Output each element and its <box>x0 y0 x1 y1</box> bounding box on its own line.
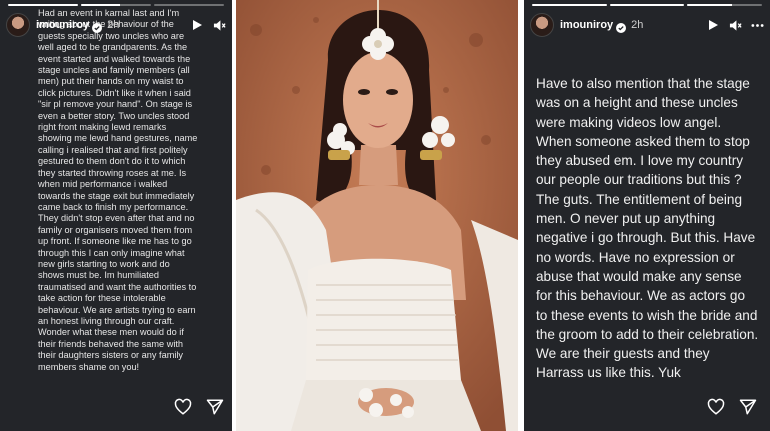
post-time: 2h <box>107 19 120 31</box>
screenshot-collage: Had an event in karnal last and I'm writ… <box>0 0 770 431</box>
speaker-muted-icon[interactable] <box>212 18 226 32</box>
send-icon[interactable] <box>206 398 224 421</box>
username[interactable]: imouniroy <box>560 19 613 31</box>
avatar[interactable] <box>6 13 30 37</box>
more-icon[interactable] <box>750 18 764 32</box>
username[interactable]: imouniroy <box>36 19 89 31</box>
left-story-panel[interactable]: Had an event in karnal last and I'm writ… <box>0 0 232 431</box>
progress-segment <box>687 4 763 6</box>
progress-segment <box>81 4 151 6</box>
verified-badge-icon <box>92 20 103 33</box>
story-progress <box>8 4 224 6</box>
progress-segment <box>154 4 224 6</box>
verified-badge-icon <box>616 20 627 33</box>
portrait-photo <box>236 0 518 431</box>
speaker-muted-icon[interactable] <box>728 18 742 32</box>
story-header: imouniroy 2h <box>530 12 764 38</box>
story-header: imouniroy 2h <box>6 12 226 38</box>
send-icon[interactable] <box>739 398 757 421</box>
play-icon[interactable] <box>706 18 720 32</box>
story-text: Have to also mention that the stage was … <box>536 76 759 381</box>
story-actions <box>174 398 224 421</box>
play-icon[interactable] <box>190 18 204 32</box>
story-text: Had an event in karnal last and I'm writ… <box>38 8 198 372</box>
progress-segment <box>609 4 685 6</box>
story-actions <box>707 398 757 421</box>
heart-icon[interactable] <box>174 398 192 421</box>
progress-segment <box>8 4 78 6</box>
avatar[interactable] <box>530 13 554 37</box>
heart-icon[interactable] <box>707 398 725 421</box>
post-time: 2h <box>631 19 644 31</box>
photo-panel <box>236 0 518 431</box>
story-progress <box>532 4 763 6</box>
progress-segment <box>532 4 607 6</box>
right-story-panel[interactable]: imouniroy 2h Have to also mention that t… <box>524 0 770 431</box>
